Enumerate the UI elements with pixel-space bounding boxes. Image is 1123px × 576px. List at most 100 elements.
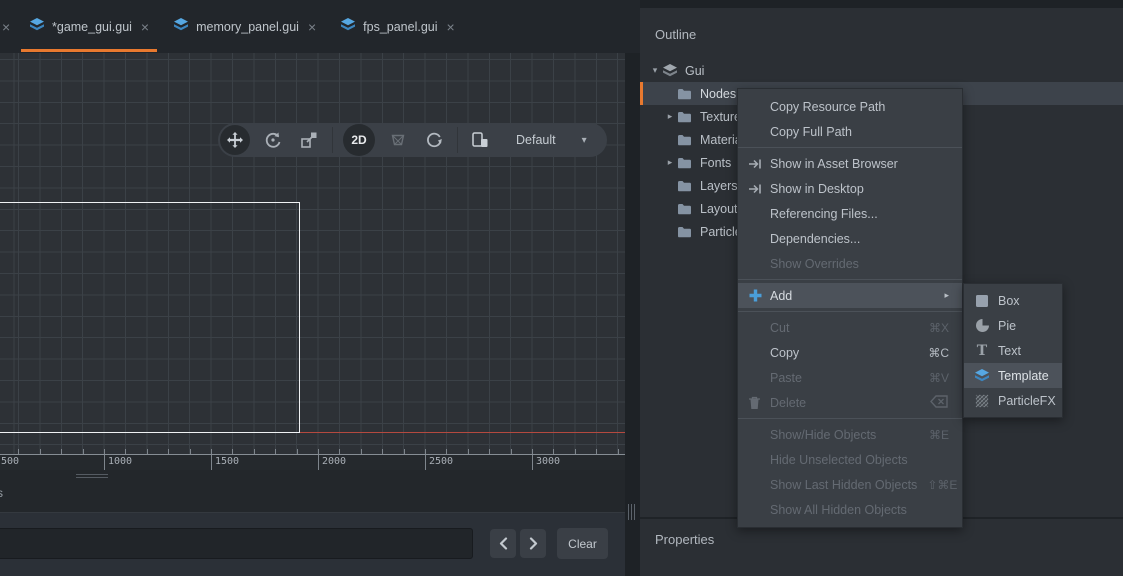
ruler-minor-tick bbox=[446, 449, 447, 454]
menu-separator bbox=[738, 279, 962, 280]
horizontal-splitter-grip[interactable] bbox=[76, 474, 108, 480]
ruler-minor-tick bbox=[618, 449, 619, 454]
menu-item-label: Copy Full Path bbox=[770, 125, 949, 139]
scene-viewport[interactable]: 2D Default ▾ bbox=[0, 53, 625, 470]
vertical-splitter-grip[interactable] bbox=[628, 504, 638, 520]
submenu-item-label: Template bbox=[998, 369, 1049, 383]
submenu-item-box[interactable]: Box bbox=[964, 288, 1062, 313]
perspective-camera-button[interactable] bbox=[385, 127, 411, 153]
submenu-item-label: Pie bbox=[998, 319, 1016, 333]
ruler-minor-tick bbox=[489, 449, 490, 454]
clipped-pane-label: s bbox=[0, 486, 6, 500]
tab--game-gui-gui[interactable]: *game_gui.gui × bbox=[17, 0, 161, 53]
ruler-minor-tick bbox=[511, 449, 512, 454]
ruler-minor-tick bbox=[232, 449, 233, 454]
submenu-item-text[interactable]: TText bbox=[964, 338, 1062, 363]
tab-memory-panel-gui[interactable]: memory_panel.gui× bbox=[161, 0, 328, 53]
menu-item-label: Add bbox=[770, 289, 934, 303]
chevron-right-icon[interactable]: ▸ bbox=[663, 157, 677, 168]
ruler-minor-tick bbox=[275, 449, 276, 454]
ruler-minor-tick bbox=[596, 449, 597, 454]
gui-file-icon bbox=[173, 17, 189, 37]
menu-item-label: Delete bbox=[770, 396, 920, 410]
menu-item-dependencies-[interactable]: Dependencies... bbox=[738, 226, 962, 251]
menu-icon-spacer bbox=[748, 502, 770, 518]
scale-tool-button[interactable] bbox=[296, 127, 322, 153]
menu-item-add[interactable]: Add▸ bbox=[738, 283, 962, 308]
menu-item-copy-resource-path[interactable]: Copy Resource Path bbox=[738, 94, 962, 119]
tab-close-icon[interactable]: × bbox=[141, 19, 149, 35]
menu-icon-spacer bbox=[748, 124, 770, 140]
menu-icon-spacer bbox=[748, 99, 770, 115]
display-profile-select[interactable]: Default ▾ bbox=[468, 131, 587, 149]
submenu-item-label: Text bbox=[998, 344, 1021, 358]
menu-item-show-in-desktop[interactable]: Show in Desktop bbox=[738, 176, 962, 201]
bottom-pane-header: s bbox=[0, 470, 625, 512]
tab-close-icon[interactable]: × bbox=[308, 19, 316, 35]
move-tool-button[interactable] bbox=[220, 125, 250, 155]
menu-item-label: Hide Unselected Objects bbox=[770, 453, 949, 467]
submenu-item-particlefx[interactable]: ParticleFX bbox=[964, 388, 1062, 413]
tree-item-label: Layers bbox=[700, 179, 738, 193]
menu-shortcut: ⌘V bbox=[929, 371, 949, 385]
menu-icon-spacer bbox=[748, 320, 770, 336]
console-search-input[interactable] bbox=[0, 528, 473, 559]
menu-shortcut: ⌘E bbox=[929, 428, 949, 442]
submenu-item-pie[interactable]: Pie bbox=[964, 313, 1062, 338]
chevron-left-icon bbox=[499, 537, 508, 550]
ruler-label: 1000 bbox=[108, 456, 132, 467]
menu-icon-spacer bbox=[748, 452, 770, 468]
submenu-item-label: ParticleFX bbox=[998, 394, 1056, 408]
perspective-frustum-icon bbox=[389, 131, 407, 149]
chevron-right-icon bbox=[529, 537, 538, 550]
tab-label: *game_gui.gui bbox=[52, 20, 132, 34]
move-icon bbox=[226, 131, 244, 149]
device-profile-icon bbox=[470, 131, 490, 149]
ruler-minor-tick bbox=[40, 449, 41, 454]
prev-match-button[interactable] bbox=[490, 529, 516, 558]
menu-item-copy-full-path[interactable]: Copy Full Path bbox=[738, 119, 962, 144]
tab-close-icon[interactable]: × bbox=[0, 19, 17, 35]
submenu-item-template[interactable]: Template bbox=[964, 363, 1062, 388]
ruler-minor-tick bbox=[83, 449, 84, 454]
menu-item-copy[interactable]: Copy⌘C bbox=[738, 340, 962, 365]
tab-close-icon[interactable]: × bbox=[447, 19, 455, 35]
orbit-camera-button[interactable] bbox=[421, 127, 447, 153]
chevron-down-icon: ▾ bbox=[582, 135, 587, 146]
console-pane: Clear bbox=[0, 512, 625, 576]
outline-item-gui[interactable]: ▾Gui bbox=[640, 59, 1123, 82]
next-match-button[interactable] bbox=[520, 529, 546, 558]
menu-item-referencing-files-[interactable]: Referencing Files... bbox=[738, 201, 962, 226]
tab-fps-panel-gui[interactable]: fps_panel.gui× bbox=[328, 0, 467, 53]
folder-icon bbox=[677, 225, 694, 239]
ruler-minor-tick bbox=[468, 449, 469, 454]
scale-icon bbox=[300, 131, 318, 149]
context-menu: Copy Resource Path Copy Full Path Show in … bbox=[737, 88, 963, 528]
clear-button[interactable]: Clear bbox=[557, 528, 608, 559]
ruler-minor-tick bbox=[18, 449, 19, 454]
menu-item-hide-unselected-objects: Hide Unselected Objects bbox=[738, 447, 962, 472]
menu-item-label: Show/Hide Objects bbox=[770, 428, 919, 442]
menu-item-show-in-asset-browser[interactable]: Show in Asset Browser bbox=[738, 151, 962, 176]
defold-editor-window: × *game_gui.gui×memory_panel.gui×fps_pan… bbox=[0, 0, 1123, 576]
backspace-icon bbox=[930, 395, 949, 411]
gui-bounds-rect bbox=[0, 202, 300, 433]
chevron-down-icon[interactable]: ▾ bbox=[648, 65, 662, 76]
menu-icon-spacer bbox=[748, 477, 770, 493]
ruler-minor-tick bbox=[425, 449, 426, 454]
menu-item-label: Show Last Hidden Objects bbox=[770, 478, 917, 492]
submenu-item-label: Box bbox=[998, 294, 1020, 308]
folder-icon bbox=[677, 133, 694, 147]
2d-mode-button[interactable]: 2D bbox=[343, 124, 375, 156]
ruler-major-tick bbox=[104, 455, 105, 470]
trash-icon bbox=[748, 395, 770, 411]
ruler-minor-tick bbox=[125, 449, 126, 454]
ruler-minor-tick bbox=[190, 449, 191, 454]
chevron-right-icon[interactable]: ▸ bbox=[663, 111, 677, 122]
rotate-tool-button[interactable] bbox=[260, 127, 286, 153]
ruler-minor-tick bbox=[361, 449, 362, 454]
menu-separator bbox=[738, 418, 962, 419]
folder-icon bbox=[677, 110, 694, 124]
menu-item-show-overrides: Show Overrides bbox=[738, 251, 962, 276]
orbit-rotate-icon bbox=[425, 131, 443, 149]
